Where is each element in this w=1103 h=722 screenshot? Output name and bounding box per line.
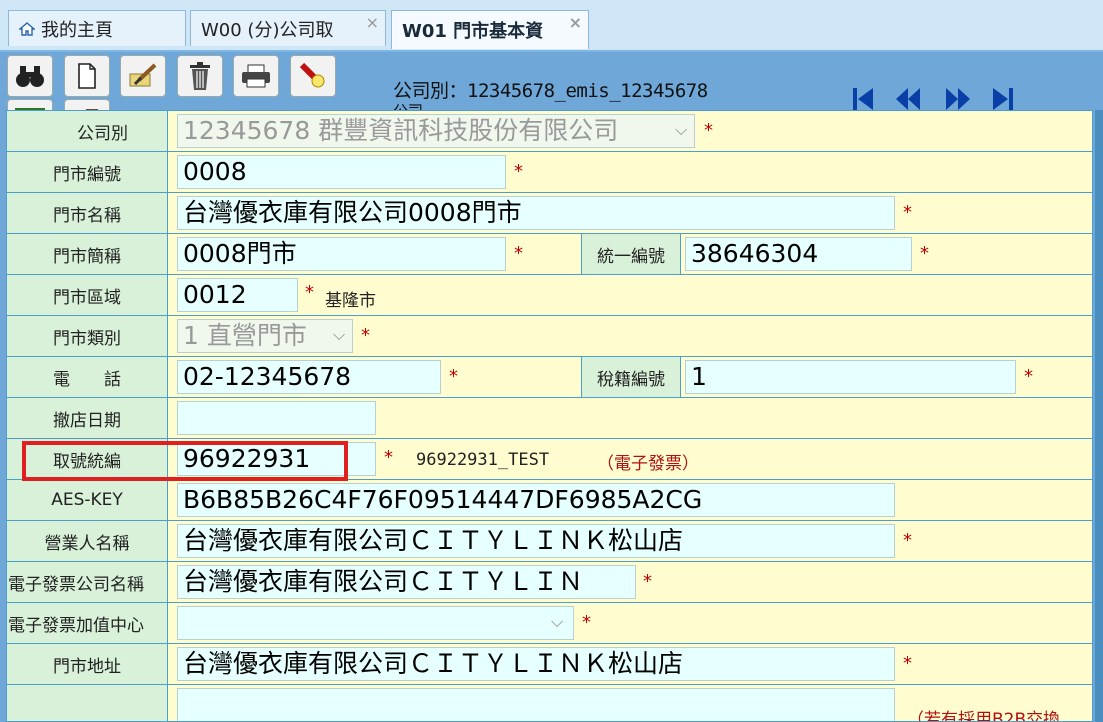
- phone-input[interactable]: 02-12345678: [177, 360, 441, 394]
- row-aes-key: AES-KEY B6B85B26C4F76F09514447DF6985A2CG: [7, 480, 1092, 521]
- einvoice-company-input[interactable]: 台灣優衣庫有限公司ＣＩＴＹＬＩＮ: [177, 565, 636, 599]
- area-name: 基隆市: [325, 291, 376, 311]
- row-store-name: 門市名稱 台灣優衣庫有限公司0008門市 *: [7, 193, 1092, 234]
- search-button[interactable]: [7, 55, 53, 97]
- tab-w01[interactable]: W01 門市基本資 ×: [391, 10, 589, 49]
- tab-w01-label: W01 門市基本資: [402, 21, 544, 42]
- print-button[interactable]: [233, 55, 279, 97]
- tab-strip: 我的主頁 W00 (分)公司取 × W01 門市基本資 ×: [0, 0, 1103, 52]
- first-icon: [853, 88, 873, 110]
- home-icon: [19, 21, 35, 36]
- tax-reg-input[interactable]: 1: [685, 360, 1016, 394]
- trash-icon: [190, 62, 210, 90]
- chevron-down-icon: ⌵: [675, 120, 688, 139]
- partial-label: [7, 685, 168, 721]
- partial-input[interactable]: [177, 688, 895, 721]
- area-input[interactable]: 0012: [177, 278, 298, 312]
- row-business-name: 營業人名稱 台灣優衣庫有限公司ＣＩＴＹＬＩＮＫ松山店 *: [7, 521, 1092, 562]
- tax-id-label: 統一編號: [581, 234, 681, 274]
- required-mark: *: [903, 653, 912, 674]
- printer-icon: [242, 64, 270, 88]
- close-icon[interactable]: ×: [366, 13, 379, 32]
- row-einvoice-center: 電子發票加值中心 ⌵ *: [7, 603, 1092, 644]
- company-info: 公司別：12345678_emis_12345678: [393, 80, 708, 102]
- required-mark: *: [903, 530, 912, 551]
- chevron-down-icon: ⌵: [333, 325, 346, 344]
- row-company: 公司別 12345678 群豐資訊科技股份有限公司 ⌵ *: [7, 111, 1092, 152]
- required-mark: *: [514, 161, 523, 182]
- required-mark: *: [920, 243, 929, 264]
- clear-button[interactable]: [290, 55, 336, 97]
- company-select[interactable]: 12345678 群豐資訊科技股份有限公司: [177, 114, 695, 148]
- scrollbar[interactable]: [1095, 110, 1103, 722]
- close-date-label: 撤店日期: [7, 398, 168, 438]
- einvoice-company-label: 電子發票公司名稱: [7, 562, 168, 602]
- flashlight-icon: [299, 62, 325, 88]
- aes-key-label: AES-KEY: [7, 480, 168, 520]
- new-button[interactable]: [64, 55, 110, 97]
- einvoice-center-label: 電子發票加值中心: [7, 603, 168, 643]
- required-mark: *: [305, 282, 314, 303]
- tab-home[interactable]: 我的主頁: [8, 10, 186, 46]
- next-icon: [946, 88, 970, 110]
- row-category: 門市類別 1 直營門市 ⌵ *: [7, 316, 1092, 357]
- row-close-date: 撤店日期: [7, 398, 1092, 439]
- tax-reg-label: 稅籍編號: [581, 357, 681, 397]
- required-mark: *: [384, 447, 393, 468]
- delete-button[interactable]: [177, 55, 223, 97]
- einvoice-center-select[interactable]: [177, 606, 574, 640]
- store-form: 公司別 12345678 群豐資訊科技股份有限公司 ⌵ * 門市編號 0008 …: [6, 110, 1093, 722]
- required-mark: *: [903, 202, 912, 223]
- tax-id-input[interactable]: 38646304: [685, 237, 912, 271]
- last-icon: [993, 88, 1013, 110]
- row-store-no: 門市編號 0008 *: [7, 152, 1092, 193]
- highlight-box: [22, 441, 348, 481]
- chevron-down-icon: ⌵: [551, 612, 564, 631]
- new-document-icon: [78, 63, 96, 89]
- category-label: 門市類別: [7, 316, 168, 356]
- required-mark: *: [361, 325, 370, 346]
- tab-w00[interactable]: W00 (分)公司取 ×: [190, 10, 386, 46]
- business-name-input[interactable]: 台灣優衣庫有限公司ＣＩＴＹＬＩＮＫ松山店: [177, 524, 895, 558]
- required-mark: *: [1024, 366, 1033, 387]
- store-no-label: 門市編號: [7, 152, 168, 192]
- invoice-tax-id-text: 96922931_TEST: [416, 450, 550, 470]
- prev-icon: [896, 88, 920, 110]
- close-date-input[interactable]: [177, 401, 376, 435]
- required-mark: *: [514, 243, 523, 264]
- store-name-input[interactable]: 台灣優衣庫有限公司0008門市: [177, 196, 895, 230]
- address-label: 門市地址: [7, 644, 168, 684]
- required-mark: *: [643, 571, 652, 592]
- company-label: 公司別: [7, 111, 168, 151]
- edit-button[interactable]: [120, 55, 166, 97]
- tab-home-label: 我的主頁: [41, 19, 113, 41]
- b2b-note: （若有採用B2B交換: [907, 710, 1061, 722]
- edit-brush-icon: [129, 63, 157, 87]
- business-name-label: 營業人名稱: [7, 521, 168, 561]
- row-address: 門市地址 台灣優衣庫有限公司ＣＩＴＹＬＩＮＫ松山店 *: [7, 644, 1092, 685]
- row-area: 門市區域 0012 * 基隆市: [7, 275, 1092, 316]
- store-short-input[interactable]: 0008門市: [177, 237, 506, 271]
- store-no-input[interactable]: 0008: [177, 155, 506, 189]
- row-store-short: 門市簡稱 0008門市 * 統一編號 38646304 *: [7, 234, 1092, 275]
- required-mark: *: [582, 612, 591, 633]
- category-select[interactable]: 1 直營門市: [177, 319, 353, 353]
- close-icon[interactable]: ×: [569, 13, 582, 32]
- phone-label: 電 話: [7, 357, 168, 397]
- required-mark: *: [704, 120, 713, 141]
- address-input[interactable]: 台灣優衣庫有限公司ＣＩＴＹＬＩＮＫ松山店: [177, 647, 895, 681]
- store-short-label: 門市簡稱: [7, 234, 168, 274]
- tab-w00-label: W00 (分)公司取: [201, 19, 334, 41]
- aes-key-input[interactable]: B6B85B26C4F76F09514447DF6985A2CG: [177, 483, 895, 517]
- area-label: 門市區域: [7, 275, 168, 315]
- required-mark: *: [449, 366, 458, 387]
- row-partial: （若有採用B2B交換: [7, 685, 1092, 722]
- einvoice-note: （電子發票）: [597, 454, 699, 474]
- row-einvoice-company: 電子發票公司名稱 台灣優衣庫有限公司ＣＩＴＹＬＩＮ *: [7, 562, 1092, 603]
- binoculars-icon: [16, 66, 44, 87]
- row-phone: 電 話 02-12345678 * 稅籍編號 1 *: [7, 357, 1092, 398]
- store-name-label: 門市名稱: [7, 193, 168, 233]
